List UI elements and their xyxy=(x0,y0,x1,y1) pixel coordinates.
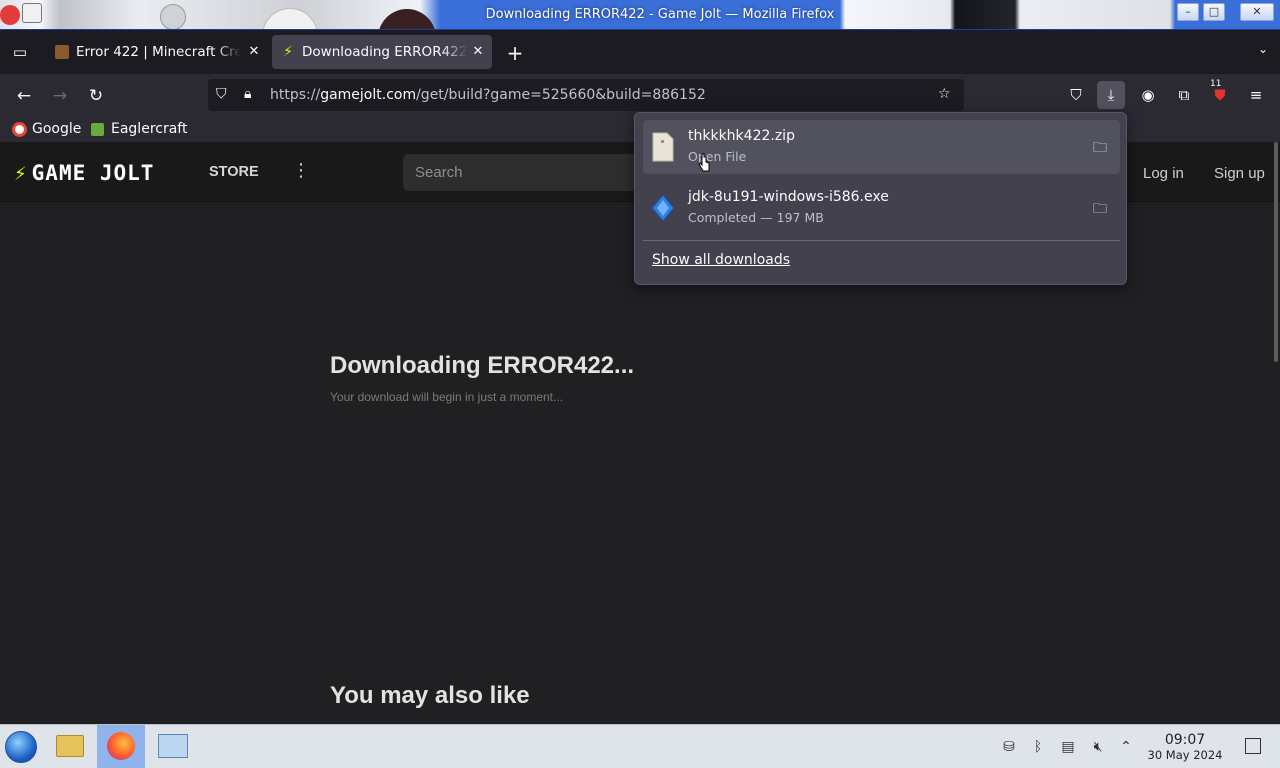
firefox-view-icon[interactable]: ▭ xyxy=(8,40,32,64)
bookmark-label: Eaglercraft xyxy=(111,121,188,137)
download-filename: jdk-8u191-windows-i586.exe xyxy=(688,189,889,205)
store-link[interactable]: STORE xyxy=(209,164,259,180)
firefox-app-icon xyxy=(0,5,20,25)
logo-text: GAME JOLT xyxy=(31,161,155,185)
bookmark-label: Google xyxy=(32,121,82,137)
gamejolt-favicon-icon: ⚡ xyxy=(283,44,293,60)
show-in-folder-icon[interactable]: 🗀 xyxy=(1090,137,1110,157)
tab-downloading-error422[interactable]: ⚡ Downloading ERROR422 ✕ xyxy=(272,35,492,69)
clipboard-tray-icon[interactable]: ▤ xyxy=(1059,738,1077,756)
volume-muted-icon[interactable]: 🔇︎ xyxy=(1089,738,1107,756)
mouse-cursor-icon xyxy=(698,153,710,172)
control-panel-icon xyxy=(158,734,188,758)
tab-label: Downloading ERROR422 xyxy=(302,44,467,60)
taskbar-file-manager[interactable] xyxy=(46,725,94,768)
minimize-button[interactable]: – xyxy=(1177,3,1199,21)
bluetooth-tray-icon[interactable]: ᛒ xyxy=(1029,738,1047,756)
tab-close-icon[interactable]: ✕ xyxy=(246,35,262,69)
clock-time[interactable]: 09:07 xyxy=(1146,732,1224,748)
close-window-button[interactable]: ✕ xyxy=(1240,3,1274,21)
forward-button[interactable]: → xyxy=(46,82,74,110)
page-scrollbar-thumb[interactable] xyxy=(1274,142,1278,362)
firefox-icon xyxy=(107,732,135,760)
exe-file-icon xyxy=(651,194,675,222)
network-tray-icon[interactable]: ⛁ xyxy=(1000,738,1018,756)
bookmark-eaglercraft[interactable]: Eaglercraft xyxy=(91,119,187,139)
account-icon[interactable]: ◉ xyxy=(1134,81,1162,109)
extension-badge-count: 11 xyxy=(1210,79,1222,89)
download-subheading: Your download will begin in just a momen… xyxy=(330,390,564,404)
download-filename: thkkkhk422.zip xyxy=(688,128,795,144)
lock-icon[interactable]: 🔒︎ xyxy=(244,86,251,102)
start-menu-icon[interactable] xyxy=(5,731,37,763)
url-bar[interactable]: ⛉ 🔒︎ https://gamejolt.com/get/build?game… xyxy=(208,79,964,111)
panel-separator xyxy=(643,240,1120,241)
window-titlebar: Downloading ERROR422 - Game Jolt — Mozil… xyxy=(0,0,1280,30)
you-may-also-like-heading: You may also like xyxy=(330,682,530,709)
google-icon xyxy=(12,122,27,137)
back-button[interactable]: ← xyxy=(10,82,38,110)
login-link[interactable]: Log in xyxy=(1143,165,1184,182)
show-all-downloads-label: Show all downloads xyxy=(652,252,791,268)
desktop-decoration-icon xyxy=(160,4,186,29)
download-status: Completed — 197 MB xyxy=(688,210,824,225)
downloads-icon[interactable]: ⤓ xyxy=(1097,81,1125,109)
reload-button[interactable]: ↻ xyxy=(82,82,110,110)
navigation-toolbar: ← → ↻ ⛉ 🔒︎ https://gamejolt.com/get/buil… xyxy=(0,74,1280,116)
minecraft-favicon-icon xyxy=(55,45,69,59)
tab-label: Error 422 | Minecraft Cre xyxy=(76,44,241,60)
file-manager-icon xyxy=(56,735,84,757)
show-all-downloads-button[interactable]: Show all downloads xyxy=(652,252,790,268)
tab-close-icon[interactable]: ✕ xyxy=(470,35,486,69)
pocket-icon[interactable]: ⛉ xyxy=(1062,81,1090,109)
extensions-icon[interactable]: ⧉ xyxy=(1170,81,1198,109)
clock-date[interactable]: 30 May 2024 xyxy=(1146,748,1224,762)
window-title: Downloading ERROR422 - Game Jolt — Mozil… xyxy=(485,7,835,22)
zip-file-icon xyxy=(652,132,674,162)
show-desktop-button[interactable] xyxy=(1245,738,1261,754)
more-menu-icon[interactable]: ⋮ xyxy=(292,160,310,181)
url-text[interactable]: https://gamejolt.com/get/build?game=5256… xyxy=(270,79,706,111)
downloads-panel: thkkkhk422.zip Open File 🗀 jdk-8u191-win… xyxy=(634,112,1127,285)
signup-link[interactable]: Sign up xyxy=(1214,165,1265,182)
taskbar-firefox[interactable] xyxy=(97,725,145,768)
new-tab-button[interactable]: + xyxy=(503,42,527,66)
eaglercraft-icon xyxy=(91,123,104,136)
tab-error-422[interactable]: Error 422 | Minecraft Cre ✕ xyxy=(46,35,268,69)
show-hidden-icons-chevron-icon[interactable]: ⌃ xyxy=(1117,738,1135,756)
gamejolt-logo[interactable]: ⚡ GAME JOLT xyxy=(14,161,154,185)
gamejolt-bolt-icon: ⚡ xyxy=(14,161,28,185)
download-item[interactable]: thkkkhk422.zip Open File 🗀 xyxy=(643,120,1120,174)
download-item[interactable]: jdk-8u191-windows-i586.exe Completed — 1… xyxy=(643,181,1120,235)
maximize-button[interactable]: □ xyxy=(1203,3,1225,21)
bookmark-google[interactable]: Google xyxy=(12,119,81,139)
tracking-protection-shield-icon[interactable]: ⛉ xyxy=(216,86,227,102)
tab-strip: ▭ Error 422 | Minecraft Cre ✕ ⚡ Download… xyxy=(0,30,1280,74)
bookmark-star-icon[interactable]: ☆ xyxy=(938,86,951,102)
download-heading: Downloading ERROR422... xyxy=(330,352,635,379)
taskbar-control-panel[interactable] xyxy=(149,725,197,768)
list-all-tabs-button[interactable]: ⌄ xyxy=(1258,42,1268,56)
show-in-folder-icon[interactable]: 🗀 xyxy=(1090,198,1110,218)
window-menu-icon[interactable] xyxy=(22,3,42,23)
os-taskbar: ⛁ ᛒ ▤ 🔇︎ ⌃ xyxy=(0,724,1280,768)
app-menu-icon[interactable]: ≡ xyxy=(1242,81,1270,109)
